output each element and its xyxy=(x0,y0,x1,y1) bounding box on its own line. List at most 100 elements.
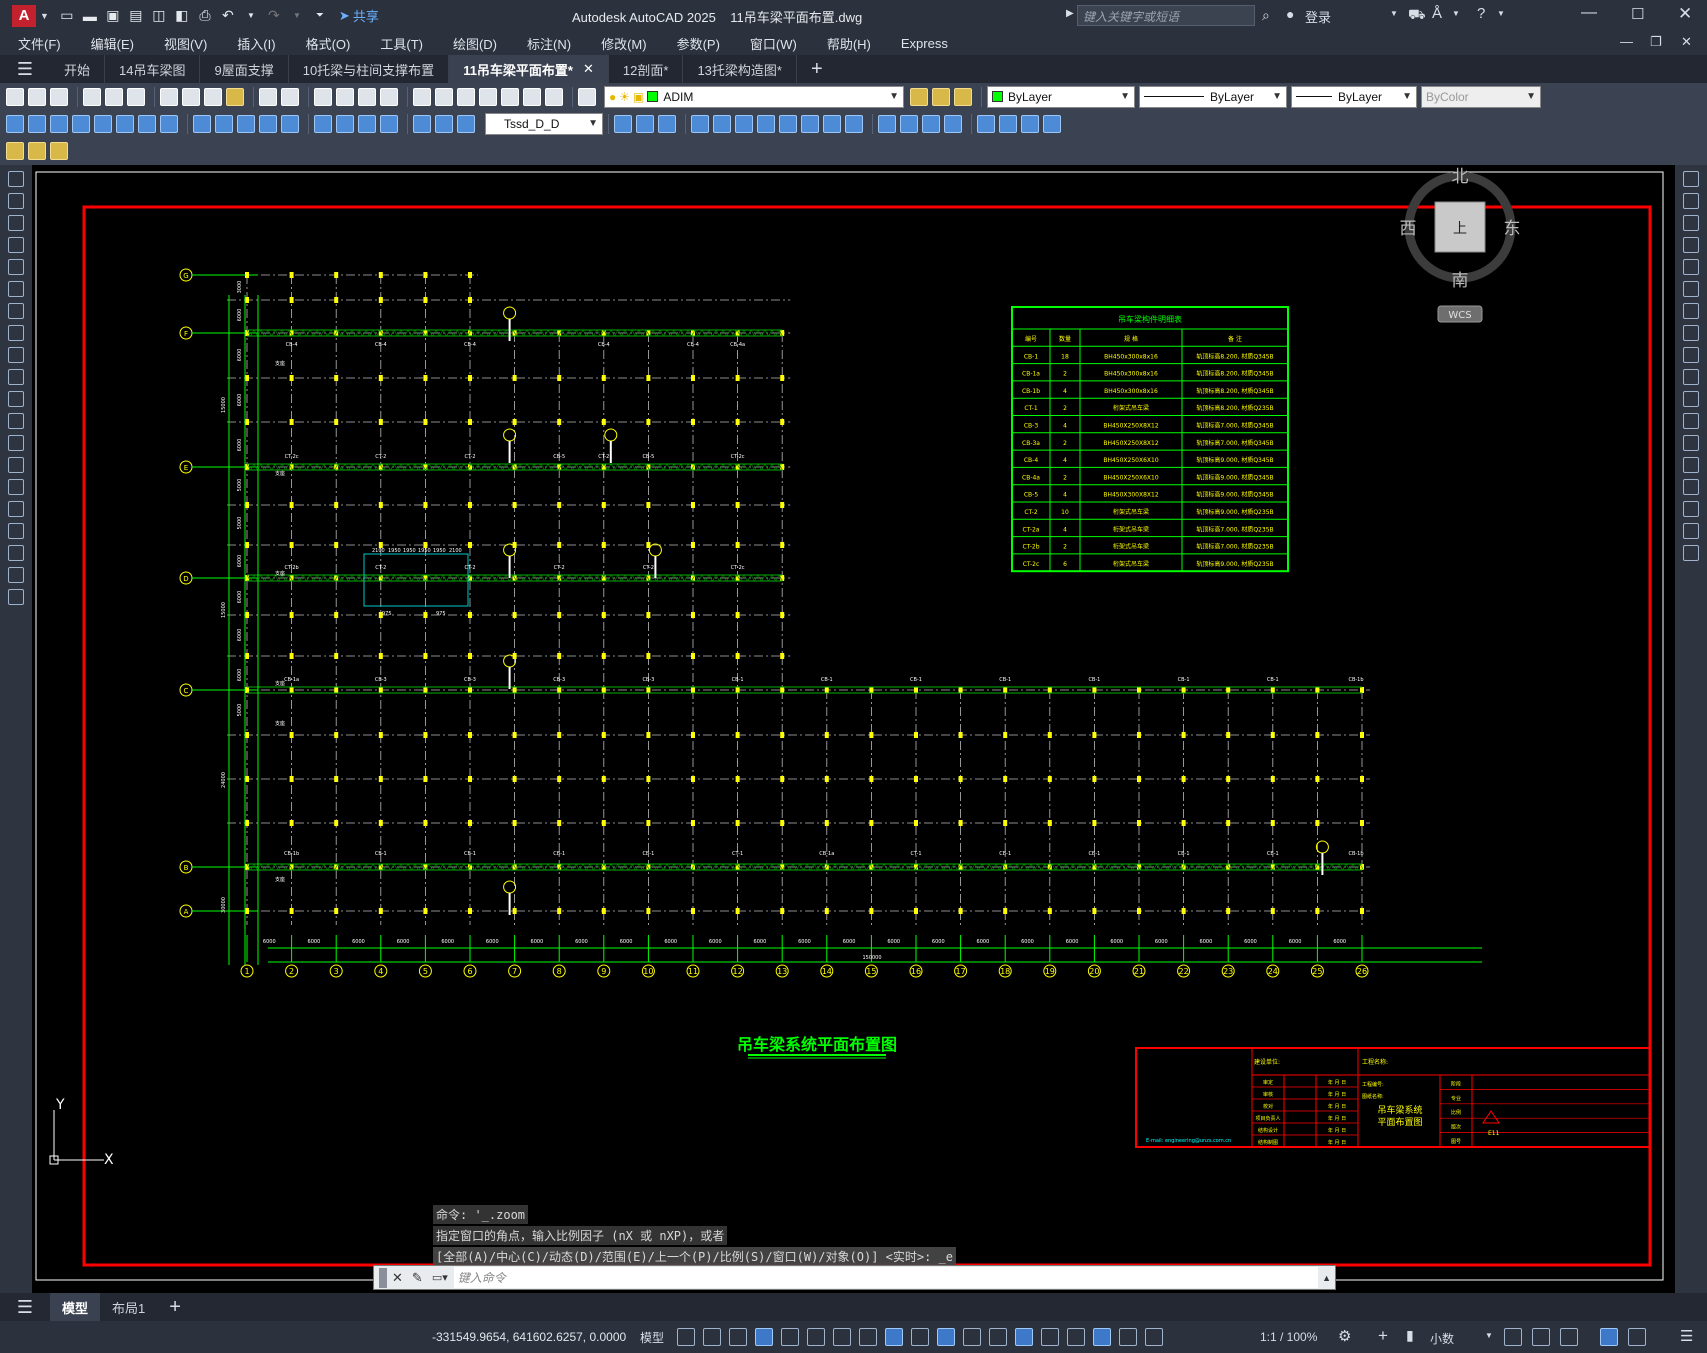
app-menu-chevron-icon[interactable]: ▼ xyxy=(40,11,49,21)
tab-model[interactable]: 模型 xyxy=(50,1293,101,1321)
lineweight-icon[interactable] xyxy=(911,1328,929,1346)
new-icon[interactable]: ▭ xyxy=(57,6,77,26)
search-expand-icon[interactable]: ▶ xyxy=(1066,8,1074,19)
tb-zoom-realtime-icon[interactable] xyxy=(336,87,354,106)
viewcube-south[interactable]: 南 xyxy=(1452,271,1469,291)
hatch-icon[interactable] xyxy=(8,479,24,495)
wcs-menu[interactable]: WCS xyxy=(1448,310,1471,321)
polyline-icon[interactable] xyxy=(8,215,24,231)
layer-combo[interactable]: ● ☀ ▣ ADIM ▼ xyxy=(604,85,904,108)
modify-presspull-icon[interactable] xyxy=(713,114,731,133)
tab-9[interactable]: 9屋面支撑 xyxy=(200,55,289,83)
minimize-icon[interactable]: — xyxy=(1581,4,1597,22)
signin-label[interactable]: 登录 xyxy=(1305,7,1331,26)
menu-format[interactable]: 格式(O) xyxy=(288,34,363,53)
tb-toolpalette-icon[interactable] xyxy=(457,87,475,106)
jogged-linear-icon[interactable] xyxy=(380,114,398,133)
inspection-icon[interactable] xyxy=(358,114,376,133)
menu-window[interactable]: 窗口(W) xyxy=(732,34,809,53)
viewcube-east[interactable]: 东 xyxy=(1504,219,1521,239)
redo-dropdown-icon[interactable]: ▼ xyxy=(287,6,307,26)
blend-icon[interactable] xyxy=(1683,523,1699,539)
command-close-icon[interactable]: ✕ xyxy=(392,1270,403,1286)
offset-icon[interactable] xyxy=(1683,237,1699,253)
polar-icon[interactable] xyxy=(807,1328,825,1346)
modify-sweep-icon[interactable] xyxy=(735,114,753,133)
open-web-icon[interactable]: ◧ xyxy=(172,6,192,26)
extend-icon[interactable] xyxy=(1683,391,1699,407)
viewcube-west[interactable]: 西 xyxy=(1400,219,1417,239)
color-combo[interactable]: ByLayer ▼ xyxy=(987,85,1135,108)
scale-icon[interactable] xyxy=(1683,325,1699,341)
rotate-icon[interactable] xyxy=(1683,303,1699,319)
tab-14[interactable]: 14吊车梁图 xyxy=(105,55,201,83)
plotstyle-combo[interactable]: ByColor ▼ xyxy=(1421,85,1541,108)
units-icon[interactable]: ▮ xyxy=(1406,1327,1414,1344)
tb-publish-icon[interactable] xyxy=(127,87,145,106)
isodraft-icon[interactable] xyxy=(833,1328,851,1346)
arc-icon[interactable] xyxy=(8,281,24,297)
center-mark-icon[interactable] xyxy=(336,114,354,133)
object-snap-icon[interactable] xyxy=(885,1328,903,1346)
insert-block-icon[interactable] xyxy=(8,413,24,429)
gizmo-icon[interactable] xyxy=(1067,1328,1085,1346)
region-icon[interactable] xyxy=(8,523,24,539)
dim-diameter-icon[interactable] xyxy=(138,114,156,133)
tb-designcenter-icon[interactable] xyxy=(435,87,453,106)
viewcube-north[interactable]: 北 xyxy=(1452,167,1469,187)
dim-radius-icon[interactable] xyxy=(94,114,112,133)
menu-express[interactable]: Express xyxy=(883,36,960,51)
command-customize-icon[interactable]: ✎ xyxy=(412,1270,423,1286)
dim-space-icon[interactable] xyxy=(259,114,277,133)
selection-filter-icon[interactable] xyxy=(1041,1328,1059,1346)
shell-icon[interactable] xyxy=(999,114,1017,133)
array-icon[interactable] xyxy=(1683,259,1699,275)
make-block-icon[interactable] xyxy=(8,435,24,451)
move3d-icon[interactable] xyxy=(878,114,896,133)
3d-osnap-icon[interactable] xyxy=(989,1328,1007,1346)
command-grip-icon[interactable] xyxy=(379,1267,387,1288)
open-folder-icon[interactable]: ▬ xyxy=(80,6,100,26)
tb-markup-icon[interactable] xyxy=(501,87,519,106)
menu-parametric[interactable]: 参数(P) xyxy=(659,34,732,53)
dim-arc-icon[interactable] xyxy=(50,114,68,133)
copy-icon[interactable] xyxy=(1683,193,1699,209)
trim-icon[interactable] xyxy=(1683,369,1699,385)
coordinates-readout[interactable]: -331549.9654, 641602.6257, 0.0000 xyxy=(432,1330,626,1344)
undo-icon[interactable]: ↶ xyxy=(218,6,238,26)
annotation-visibility-icon[interactable] xyxy=(1093,1328,1111,1346)
rotate3d-icon[interactable] xyxy=(900,114,918,133)
annotation-scale-icon[interactable] xyxy=(1145,1328,1163,1346)
dim-quick-icon[interactable] xyxy=(193,114,211,133)
mtext-icon[interactable] xyxy=(8,567,24,583)
dim-edit-icon[interactable] xyxy=(413,114,431,133)
tb-new-icon[interactable] xyxy=(6,87,24,106)
line-icon[interactable] xyxy=(8,171,24,187)
close-icon[interactable]: ✕ xyxy=(1678,4,1692,24)
tb-edit-spline-icon[interactable] xyxy=(28,142,46,160)
dim-continue-icon[interactable] xyxy=(237,114,255,133)
tb-help-icon[interactable] xyxy=(545,87,563,106)
user-icon[interactable]: ● xyxy=(1286,6,1294,22)
mirror-icon[interactable] xyxy=(1683,215,1699,231)
model-space-button[interactable]: 模型 xyxy=(640,1329,664,1346)
new-tab-plus-icon[interactable]: + xyxy=(811,58,823,81)
modify-loft-icon[interactable] xyxy=(779,114,797,133)
tb-matchprop-icon[interactable] xyxy=(226,87,244,106)
tolerance-icon[interactable] xyxy=(314,114,332,133)
doc-close-icon[interactable]: ✕ xyxy=(1681,34,1692,50)
snap-icon[interactable] xyxy=(703,1328,721,1346)
maximize-icon[interactable]: ☐ xyxy=(1631,5,1644,23)
units-value[interactable]: 小数 xyxy=(1430,1330,1454,1347)
slice-icon[interactable] xyxy=(977,114,995,133)
menu-modify[interactable]: 修改(M) xyxy=(583,34,659,53)
infer-constraints-icon[interactable] xyxy=(729,1328,747,1346)
dim-aligned-icon[interactable] xyxy=(28,114,46,133)
modeling-cone-icon[interactable] xyxy=(658,114,676,133)
title-block[interactable]: 审定年 月 日审核年 月 日校对年 月 日项目负责人年 月 日结构设计年 月 日… xyxy=(1135,1047,1651,1148)
add-layout-plus-icon[interactable]: + xyxy=(169,1296,181,1319)
isolate-objects-icon[interactable] xyxy=(1560,1328,1578,1346)
align3d-icon[interactable] xyxy=(922,114,940,133)
cart-icon[interactable]: ⛟ xyxy=(1408,6,1426,25)
tb-redo-icon[interactable] xyxy=(281,87,299,106)
